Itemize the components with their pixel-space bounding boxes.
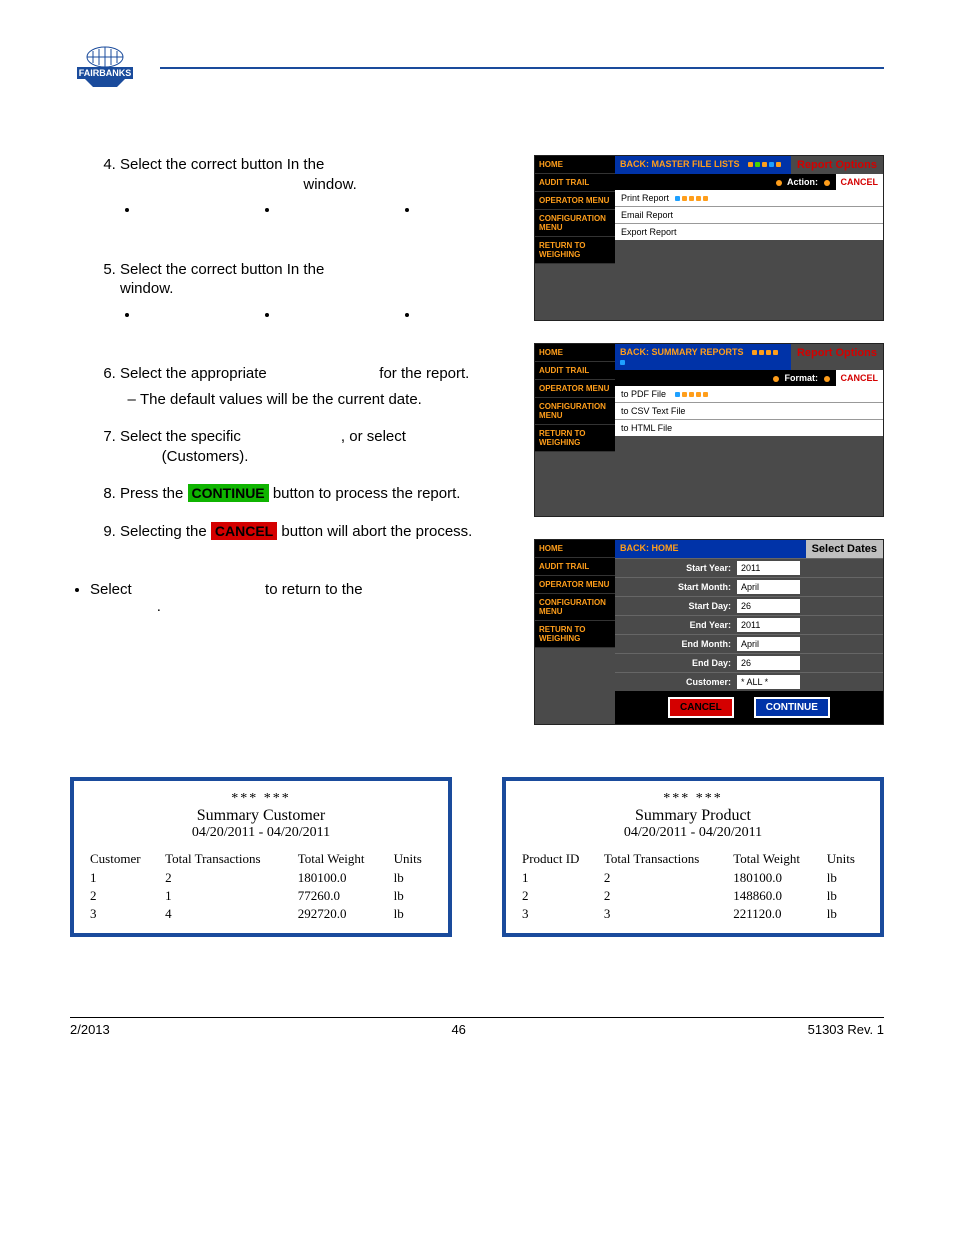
footer-date: 2/2013	[70, 1022, 110, 1037]
page-header: FAIRBANKS	[70, 40, 884, 95]
sidebar-item[interactable]: CONFIGURATION MENU	[535, 398, 615, 425]
date-field-row: Start Day:26	[615, 596, 883, 615]
sidebar-item[interactable]: OPERATOR MENU	[535, 192, 615, 210]
date-field-row: End Day:26	[615, 653, 883, 672]
footer-doc: 51303 Rev. 1	[808, 1022, 884, 1037]
option-row[interactable]: Print Report	[615, 190, 883, 206]
summary-product-report: *** *** Summary Product 04/20/2011 - 04/…	[502, 777, 884, 937]
sidebar-item[interactable]: CONFIGURATION MENU	[535, 210, 615, 237]
sidebar-item[interactable]: OPERATOR MENU	[535, 576, 615, 594]
footer-page: 46	[451, 1022, 465, 1037]
field-label: End Month:	[615, 636, 737, 652]
sidebar-item[interactable]: HOME	[535, 540, 615, 558]
sidebar-item[interactable]: CONFIGURATION MENU	[535, 594, 615, 621]
cancel-button[interactable]: CANCEL	[836, 174, 884, 190]
field-value[interactable]: April	[737, 580, 800, 594]
field-label: Start Month:	[615, 579, 737, 595]
back-bar[interactable]: BACK: HOME	[615, 540, 806, 558]
back-bar[interactable]: BACK: SUMMARY REPORTS	[615, 344, 791, 370]
option-row[interactable]: to HTML File	[615, 419, 883, 436]
sidebar-item[interactable]: RETURN TO WEIGHING	[535, 425, 615, 452]
continue-label: CONTINUE	[188, 484, 269, 502]
sidebar-item[interactable]: AUDIT TRAIL	[535, 174, 615, 192]
page-footer: 2/2013 46 51303 Rev. 1	[70, 1017, 884, 1037]
step-9: Selecting the CANCEL button will abort t…	[120, 522, 504, 542]
cancel-button[interactable]: CANCEL	[668, 697, 734, 718]
field-value[interactable]: 2011	[737, 561, 800, 575]
field-label: Start Day:	[615, 598, 737, 614]
field-value[interactable]: 26	[737, 599, 800, 613]
back-bar[interactable]: BACK: MASTER FILE LISTS	[615, 156, 791, 174]
field-label: Start Year:	[615, 560, 737, 576]
sidebar-item[interactable]: RETURN TO WEIGHING	[535, 237, 615, 264]
date-field-row: Start Year:2011	[615, 558, 883, 577]
field-value[interactable]: April	[737, 637, 800, 651]
screen-title: Report Options	[791, 344, 883, 370]
screen-title: Select Dates	[806, 540, 883, 558]
sidebar-item[interactable]: OPERATOR MENU	[535, 380, 615, 398]
option-row[interactable]: Export Report	[615, 223, 883, 240]
report-options-action-screen: HOME AUDIT TRAIL OPERATOR MENU CONFIGURA…	[534, 155, 884, 321]
option-row[interactable]: to PDF File	[615, 386, 883, 402]
field-label: Customer:	[615, 674, 737, 690]
step-5: Select the correct button In the window.	[120, 260, 504, 325]
svg-text:FAIRBANKS: FAIRBANKS	[79, 68, 132, 78]
field-value[interactable]: * ALL *	[737, 675, 800, 689]
sidebar-item[interactable]: HOME	[535, 344, 615, 362]
format-label: Format:	[615, 370, 836, 386]
field-value[interactable]: 26	[737, 656, 800, 670]
fairbanks-logo: FAIRBANKS	[70, 40, 140, 95]
action-label: Action:	[615, 174, 836, 190]
date-field-row: Start Month:April	[615, 577, 883, 596]
sidebar-item[interactable]: AUDIT TRAIL	[535, 558, 615, 576]
field-label: End Year:	[615, 617, 737, 633]
date-field-row: Customer:* ALL *	[615, 672, 883, 691]
date-field-row: End Year:2011	[615, 615, 883, 634]
return-bullet: Select to return to the .	[70, 581, 504, 615]
summary-customer-report: *** *** Summary Customer 04/20/2011 - 04…	[70, 777, 452, 937]
option-row[interactable]: Email Report	[615, 206, 883, 223]
step-7: Select the specific , or select (Custome…	[120, 427, 504, 466]
step-6: Select the appropriate for the report. T…	[120, 364, 504, 409]
option-row[interactable]: to CSV Text File	[615, 402, 883, 419]
continue-button[interactable]: CONTINUE	[754, 697, 830, 718]
instruction-list: Select the correct button In the window.…	[70, 155, 504, 541]
sidebar-item[interactable]: HOME	[535, 156, 615, 174]
cancel-label: CANCEL	[211, 522, 277, 540]
select-dates-screen: HOME AUDIT TRAIL OPERATOR MENU CONFIGURA…	[534, 539, 884, 725]
sidebar-item[interactable]: AUDIT TRAIL	[535, 362, 615, 380]
step-4: Select the correct button In the window.	[120, 155, 504, 220]
cancel-button[interactable]: CANCEL	[836, 370, 884, 386]
header-rule	[160, 67, 884, 69]
field-value[interactable]: 2011	[737, 618, 800, 632]
date-field-row: End Month:April	[615, 634, 883, 653]
step-8: Press the CONTINUE button to process the…	[120, 484, 504, 504]
sidebar-item[interactable]: RETURN TO WEIGHING	[535, 621, 615, 648]
field-label: End Day:	[615, 655, 737, 671]
screen-title: Report Options	[791, 156, 883, 174]
report-options-format-screen: HOME AUDIT TRAIL OPERATOR MENU CONFIGURA…	[534, 343, 884, 517]
